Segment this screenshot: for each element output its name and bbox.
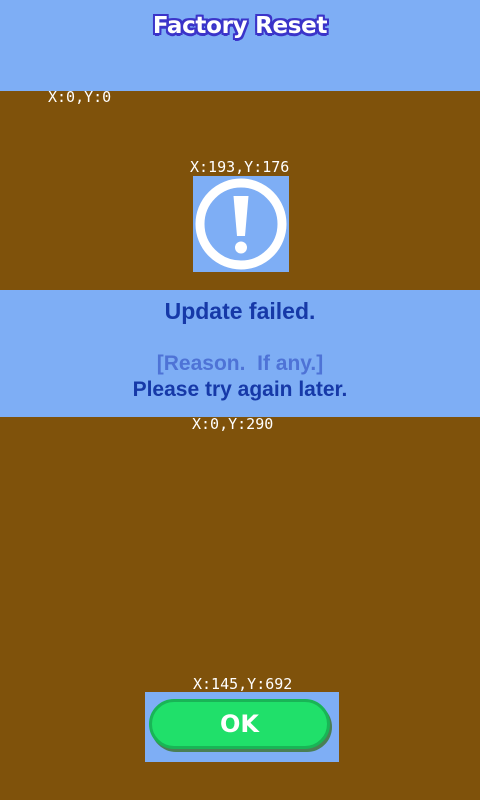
retry-message: Please try again later. xyxy=(132,378,348,401)
ok-button-container: OK xyxy=(145,692,339,762)
coordinate-label-origin: X:0,Y:0 xyxy=(48,88,112,106)
ok-button[interactable]: OK xyxy=(149,699,330,749)
exclamation-circle-icon xyxy=(195,178,287,270)
coordinate-label-ok-button: X:145,Y:692 xyxy=(193,675,293,693)
error-headline: Update failed. xyxy=(164,298,316,324)
page-title: Factory Reset xyxy=(152,13,328,39)
error-reason: [Reason. If any.] xyxy=(156,352,324,375)
warning-icon-container xyxy=(193,176,289,272)
coordinate-label-warning-icon: X:193,Y:176 xyxy=(190,158,290,176)
coordinate-label-message: X:0,Y:290 xyxy=(192,415,274,433)
